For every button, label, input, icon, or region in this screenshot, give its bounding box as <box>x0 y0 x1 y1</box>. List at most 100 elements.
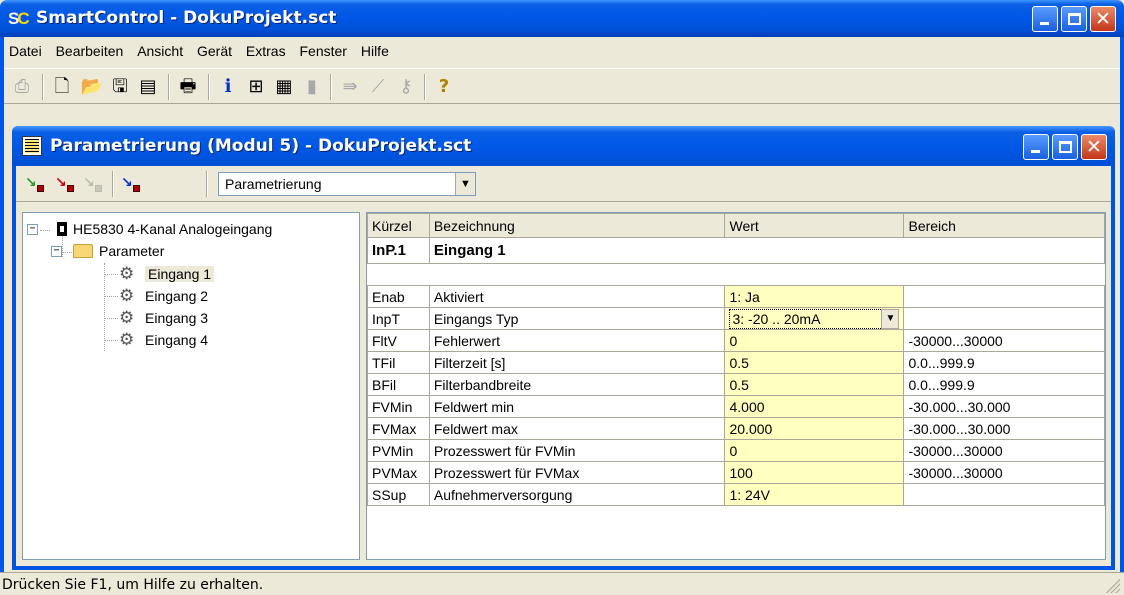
close-button[interactable]: ✕ <box>1090 6 1116 32</box>
read-params-icon[interactable]: ↘ <box>24 175 46 193</box>
tree-item-label: Eingang 2 <box>145 288 209 304</box>
module-tree: − HE5830 4-Kanal Analogeingang − Paramet… <box>22 212 360 560</box>
group-code: InP.1 <box>367 237 430 264</box>
tree-module-label: HE5830 4-Kanal Analogeingang <box>73 221 273 237</box>
param-range: 0.0...999.9 <box>903 373 1105 396</box>
param-value-select[interactable]: 3: -20 .. 20mA ▼ <box>724 307 905 330</box>
grid-header-row: Kürzel Bezeichnung Wert Bereich <box>367 213 1105 238</box>
help-icon[interactable]: ? <box>432 75 456 99</box>
parametrierung-window: Parametrierung (Modul 5) - DokuProjekt.s… <box>12 126 1115 570</box>
param-value[interactable]: 100 <box>724 461 905 484</box>
info-icon[interactable]: ℹ <box>216 75 240 99</box>
param-code: PVMax <box>367 461 430 484</box>
tree-item-label: Eingang 1 <box>145 266 215 282</box>
child-body: ↘ ↘ ↘ ↘ Parametrierung ▼ − HE5830 4-Kana… <box>16 166 1111 566</box>
group-row: InP.1 Eingang 1 <box>367 237 1105 264</box>
param-value[interactable]: 20.000 <box>724 417 905 440</box>
chevron-down-icon[interactable]: ▼ <box>881 308 900 329</box>
menu-hilfe[interactable]: Hilfe <box>356 40 394 59</box>
param-value[interactable]: 0.5 <box>724 351 905 374</box>
table-row[interactable]: InpT Eingangs Typ 3: -20 .. 20mA ▼ <box>367 307 1105 330</box>
param-info-icon[interactable]: ↘ <box>120 175 142 193</box>
tree-item-eingang-4[interactable]: ⚙ Eingang 4 <box>119 329 208 351</box>
menu-bar: Datei Bearbeiten Ansicht Gerät Extras Fe… <box>4 40 1120 64</box>
table-row[interactable]: Enab Aktiviert 1: Ja <box>367 285 1105 308</box>
param-name: Fehlerwert <box>428 329 726 352</box>
table-row[interactable]: PVMin Prozesswert für FVMin 0 -30000...3… <box>367 439 1105 462</box>
tree-folder-node[interactable]: − Parameter <box>51 240 164 262</box>
transfer-icon[interactable]: ⇛ <box>338 75 362 99</box>
minimize-button[interactable] <box>1032 6 1058 32</box>
child-minimize-button[interactable] <box>1023 134 1049 160</box>
table-row[interactable]: BFil Filterbandbreite 0.5 0.0...999.9 <box>367 373 1105 396</box>
table-row[interactable]: PVMax Prozesswert für FVMax 100 -30000..… <box>367 461 1105 484</box>
param-value[interactable]: 1: Ja <box>724 285 905 308</box>
param-code: FVMin <box>367 395 430 418</box>
param-value[interactable]: 4.000 <box>724 395 905 418</box>
tree-item-label: Eingang 3 <box>145 310 209 326</box>
column-header-bereich[interactable]: Bereich <box>903 213 1105 238</box>
new-file-icon[interactable]: 🗋 <box>50 75 74 99</box>
parameter-list-icon[interactable]: ▦ <box>272 75 296 99</box>
child-maximize-button[interactable] <box>1052 134 1078 160</box>
param-value[interactable]: 0 <box>724 439 905 462</box>
param-range: 0.0...999.9 <box>903 351 1105 374</box>
tree-folder-label: Parameter <box>99 243 165 259</box>
tree-item-eingang-2[interactable]: ⚙ Eingang 2 <box>119 285 208 307</box>
folder-icon <box>73 244 93 258</box>
tree-item-eingang-1[interactable]: ⚙ Eingang 1 <box>119 263 215 285</box>
param-code: InpT <box>367 307 430 330</box>
compare-params-icon[interactable]: ↘ <box>82 175 104 193</box>
param-value[interactable]: 0 <box>724 329 905 352</box>
column-header-bezeichnung[interactable]: Bezeichnung <box>428 213 726 238</box>
chevron-down-icon[interactable]: ▼ <box>455 173 475 195</box>
tree-module-node[interactable]: − HE5830 4-Kanal Analogeingang <box>27 218 272 240</box>
param-name: Eingangs Typ <box>428 307 726 330</box>
param-name: Feldwert max <box>428 417 726 440</box>
gear-icon: ⚙ <box>119 308 135 328</box>
column-header-kuerzel[interactable]: Kürzel <box>367 213 430 238</box>
table-row[interactable]: FltV Fehlerwert 0 -30000...30000 <box>367 329 1105 352</box>
param-value[interactable]: 1: 24V <box>724 483 905 506</box>
key-icon[interactable]: ⚷ <box>394 75 418 99</box>
eingangs-typ-combo[interactable]: 3: -20 .. 20mA ▼ <box>729 308 900 329</box>
bar-icon[interactable]: ▮ <box>300 75 324 99</box>
main-titlebar[interactable]: SC SmartControl - DokuProjekt.sct ✕ <box>0 0 1124 37</box>
menu-geraet[interactable]: Gerät <box>192 40 237 59</box>
export-icon[interactable]: ▤ <box>136 75 160 99</box>
column-header-wert[interactable]: Wert <box>724 213 905 238</box>
menu-extras[interactable]: Extras <box>241 40 291 59</box>
resize-grip-icon[interactable] <box>1104 577 1120 593</box>
collapse-icon[interactable]: − <box>51 246 62 257</box>
tree-item-eingang-3[interactable]: ⚙ Eingang 3 <box>119 307 208 329</box>
gear-icon: ⚙ <box>119 286 135 306</box>
table-row[interactable]: FVMin Feldwert min 4.000 -30.000...30.00… <box>367 395 1105 418</box>
view-select[interactable]: Parametrierung ▼ <box>218 172 476 196</box>
menu-fenster[interactable]: Fenster <box>294 40 351 59</box>
maximize-button[interactable] <box>1061 6 1087 32</box>
menu-ansicht[interactable]: Ansicht <box>132 40 188 59</box>
status-text: Drücken Sie F1, um Hilfe zu erhalten. <box>2 577 264 593</box>
table-row[interactable]: TFil Filterzeit [s] 0.5 0.0...999.9 <box>367 351 1105 374</box>
window-frame-left <box>0 37 4 572</box>
chart-icon[interactable]: ⟋ <box>366 75 390 99</box>
toolbar-separator <box>330 74 332 100</box>
close-icon: ✕ <box>1086 136 1102 158</box>
param-name: Filterbandbreite <box>428 373 726 396</box>
open-folder-icon[interactable]: 📂 <box>80 75 104 99</box>
table-row[interactable]: SSup Aufnehmerversorgung 1: 24V <box>367 483 1105 506</box>
child-titlebar[interactable]: Parametrierung (Modul 5) - DokuProjekt.s… <box>12 126 1115 166</box>
table-row[interactable]: FVMax Feldwert max 20.000 -30.000...30.0… <box>367 417 1105 440</box>
save-icon[interactable]: 🖫 <box>108 75 132 99</box>
print-icon[interactable]: 🖶 <box>176 75 200 99</box>
param-code: BFil <box>367 373 430 396</box>
param-value[interactable]: 0.5 <box>724 373 905 396</box>
menu-bearbeiten[interactable]: Bearbeiten <box>51 40 129 59</box>
menu-datei[interactable]: Datei <box>4 40 47 59</box>
print-preview-icon[interactable]: ⎙ <box>10 75 34 99</box>
child-close-button[interactable]: ✕ <box>1081 134 1107 160</box>
device-icon[interactable]: ⊞ <box>244 75 268 99</box>
gear-icon: ⚙ <box>119 264 135 284</box>
collapse-icon[interactable]: − <box>27 224 38 235</box>
write-params-icon[interactable]: ↘ <box>54 175 76 193</box>
